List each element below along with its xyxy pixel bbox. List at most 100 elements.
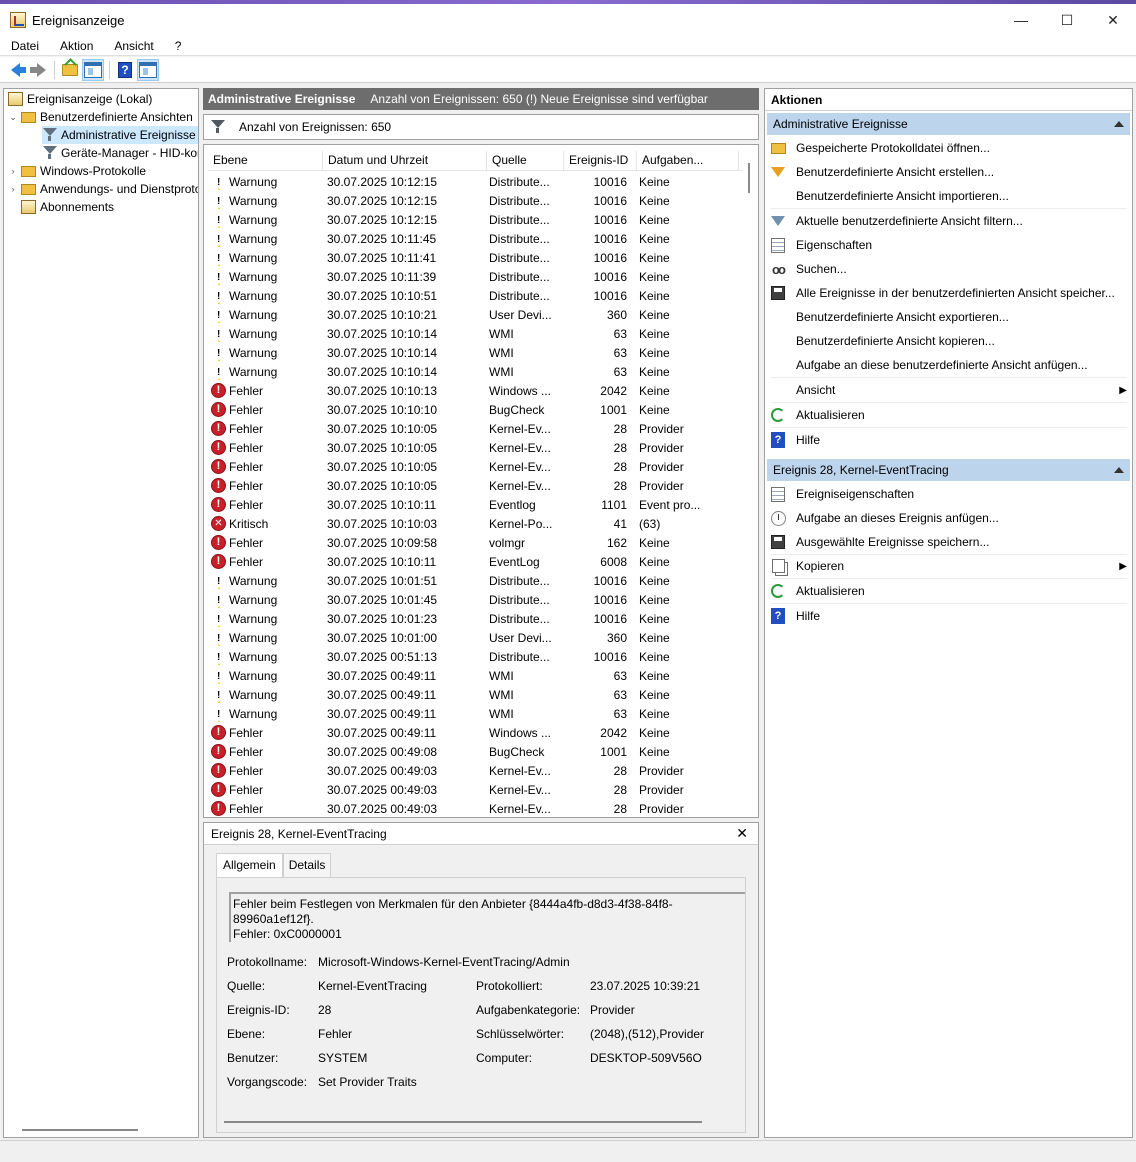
- action-attach-task-to-event[interactable]: Aufgabe an dieses Ereignis anfügen...: [769, 507, 1129, 529]
- properties-icon: [769, 486, 787, 502]
- table-row[interactable]: Warnung 30.07.2025 10:11:41 Distribute... 1…: [208, 248, 743, 267]
- cell-event-id: 10016: [593, 592, 627, 607]
- table-row[interactable]: Warnung 30.07.2025 10:01:00 User Devi... 36…: [208, 628, 743, 647]
- table-row[interactable]: ! Fehler 30.07.2025 10:10:11 EventLog 6008 Ke…: [208, 552, 743, 571]
- tab-details[interactable]: Details: [282, 853, 332, 877]
- action-properties[interactable]: Eigenschaften: [769, 234, 1129, 256]
- table-row[interactable]: ! Fehler 30.07.2025 10:10:05 Kernel-Ev... 28…: [208, 476, 743, 495]
- table-row[interactable]: Warnung 30.07.2025 10:01:45 Distribute... 1…: [208, 590, 743, 609]
- maximize-button[interactable]: ☐: [1044, 4, 1090, 36]
- table-row[interactable]: ! Fehler 30.07.2025 00:49:03 Kernel-Ev... 28…: [208, 761, 743, 780]
- tree-item-device-manager[interactable]: Geräte-Manager - HID-kompatible Maus: [42, 144, 198, 162]
- chevron-right-icon[interactable]: ›: [8, 184, 18, 194]
- table-row[interactable]: ✕ Kritisch 30.07.2025 10:10:03 Kernel-Po...…: [208, 514, 743, 533]
- table-row[interactable]: ! Fehler 30.07.2025 00:49:11 Windows ... 204…: [208, 723, 743, 742]
- column-ereignis-id[interactable]: Ereignis-ID: [564, 151, 637, 171]
- table-row[interactable]: Warnung 30.07.2025 10:12:15 Distribute... 1…: [208, 172, 743, 191]
- cell-date: 30.07.2025 10:10:14: [327, 326, 438, 341]
- forward-button[interactable]: [27, 59, 49, 81]
- table-row[interactable]: Warnung 30.07.2025 00:49:11 WMI 63 Keine: [208, 704, 743, 723]
- up-folder-button[interactable]: [59, 59, 81, 81]
- action-refresh[interactable]: Aktualisieren: [769, 580, 1129, 602]
- table-row[interactable]: Warnung 30.07.2025 00:51:13 Distribute... 1…: [208, 647, 743, 666]
- tree-item-app-logs[interactable]: › Anwendungs- und Dienstprotokolle: [8, 180, 199, 198]
- minimize-button[interactable]: —: [998, 4, 1044, 36]
- column-aufgaben[interactable]: Aufgaben...: [637, 151, 739, 171]
- collapse-arrow-icon[interactable]: [1114, 121, 1124, 127]
- table-row[interactable]: ! Fehler 30.07.2025 00:49:03 Kernel-Ev... 28…: [208, 799, 743, 817]
- column-datum[interactable]: Datum und Uhrzeit: [323, 151, 487, 171]
- tree-item-admin-events[interactable]: Administrative Ereignisse: [42, 126, 198, 144]
- vertical-scrollbar[interactable]: [748, 163, 750, 193]
- collapse-arrow-icon[interactable]: [1114, 467, 1124, 473]
- table-row[interactable]: Warnung 30.07.2025 10:10:21 User Devi... 36…: [208, 305, 743, 324]
- cell-date: 30.07.2025 10:10:13: [327, 383, 438, 398]
- tab-allgemein[interactable]: Allgemein: [216, 853, 283, 878]
- show-hide-console-tree-button[interactable]: [82, 58, 104, 81]
- show-hide-action-pane-button[interactable]: [137, 58, 159, 81]
- actions-section-admin-events[interactable]: Administrative Ereignisse: [767, 113, 1130, 135]
- keywords-value: (2048),(512),Provider: [590, 1027, 705, 1041]
- action-view-menu[interactable]: Ansicht ▶: [769, 379, 1129, 401]
- action-save-all-events[interactable]: Alle Ereignisse in der benutzerdefiniert…: [769, 282, 1129, 304]
- section-title: Administrative Ereignisse: [773, 117, 908, 131]
- action-copy[interactable]: Kopieren ▶: [769, 555, 1129, 577]
- menu-aktion[interactable]: Aktion: [49, 39, 103, 53]
- cell-level: ! Fehler: [208, 743, 323, 760]
- tree-item-subscriptions[interactable]: Abonnements: [21, 198, 114, 216]
- action-help[interactable]: ? Hilfe: [769, 429, 1129, 451]
- table-row[interactable]: ! Fehler 30.07.2025 00:49:08 BugCheck 1001 Ke…: [208, 742, 743, 761]
- table-row[interactable]: Warnung 30.07.2025 10:10:51 Distribute... 1…: [208, 286, 743, 305]
- tree-item-windows-logs[interactable]: › Windows-Protokolle: [8, 162, 147, 180]
- table-row[interactable]: ! Fehler 30.07.2025 10:10:05 Kernel-Ev... 28…: [208, 457, 743, 476]
- column-ebene[interactable]: Ebene: [208, 151, 323, 171]
- action-copy-custom-view[interactable]: Benutzerdefinierte Ansicht kopieren...: [769, 330, 1129, 352]
- table-row[interactable]: Warnung 30.07.2025 10:10:14 WMI 63 Keine: [208, 362, 743, 381]
- table-row[interactable]: Warnung 30.07.2025 00:49:11 WMI 63 Keine: [208, 666, 743, 685]
- chevron-right-icon[interactable]: ›: [8, 166, 18, 176]
- action-export-custom-view[interactable]: Benutzerdefinierte Ansicht exportieren..…: [769, 306, 1129, 328]
- table-row[interactable]: Warnung 30.07.2025 10:11:45 Distribute... 1…: [208, 229, 743, 248]
- action-import-custom-view[interactable]: Benutzerdefinierte Ansicht importieren..…: [769, 185, 1129, 207]
- chevron-down-icon[interactable]: ⌄: [8, 112, 18, 123]
- column-quelle[interactable]: Quelle: [487, 151, 564, 171]
- close-detail-icon[interactable]: ✕: [736, 825, 748, 842]
- event-message[interactable]: Fehler beim Festlegen von Merkmalen für …: [229, 892, 745, 942]
- action-event-properties[interactable]: Ereigniseigenschaften: [769, 483, 1129, 505]
- back-button[interactable]: [4, 59, 26, 81]
- action-refresh[interactable]: Aktualisieren: [769, 404, 1129, 426]
- table-row[interactable]: Warnung 30.07.2025 10:12:15 Distribute... 1…: [208, 191, 743, 210]
- action-filter-current-view[interactable]: Aktuelle benutzerdefinierte Ansicht filt…: [769, 210, 1129, 232]
- action-create-custom-view[interactable]: Benutzerdefinierte Ansicht erstellen...: [769, 161, 1129, 183]
- table-row[interactable]: ! Fehler 30.07.2025 10:10:11 Eventlog 1101 Ev…: [208, 495, 743, 514]
- action-attach-task-to-view[interactable]: Aufgabe an diese benutzerdefinierte Ansi…: [769, 354, 1129, 376]
- table-row[interactable]: ! Fehler 30.07.2025 10:10:10 BugCheck 1001 Ke…: [208, 400, 743, 419]
- menu-help[interactable]: ?: [164, 39, 192, 53]
- table-row[interactable]: ! Fehler 30.07.2025 10:10:13 Windows ... 204…: [208, 381, 743, 400]
- horizontal-scrollbar[interactable]: [224, 1121, 702, 1123]
- tree-item-root[interactable]: Ereignisanzeige (Lokal): [8, 90, 152, 108]
- action-help[interactable]: ? Hilfe: [769, 605, 1129, 627]
- cell-task: Keine: [639, 250, 670, 265]
- action-open-saved-log[interactable]: Gespeicherte Protokolldatei öffnen...: [769, 137, 1129, 159]
- table-row[interactable]: Warnung 30.07.2025 10:01:51 Distribute... 1…: [208, 571, 743, 590]
- table-row[interactable]: ! Fehler 30.07.2025 00:49:03 Kernel-Ev... 28…: [208, 780, 743, 799]
- table-row[interactable]: ! Fehler 30.07.2025 10:10:05 Kernel-Ev... 28…: [208, 419, 743, 438]
- menu-ansicht[interactable]: Ansicht: [103, 39, 163, 53]
- table-row[interactable]: ! Fehler 30.07.2025 10:09:58 volmgr 162 Keine: [208, 533, 743, 552]
- tree-item-custom-views[interactable]: ⌄ Benutzerdefinierte Ansichten: [8, 108, 193, 126]
- table-row[interactable]: Warnung 30.07.2025 10:11:39 Distribute... 1…: [208, 267, 743, 286]
- help-button[interactable]: ?: [114, 59, 136, 81]
- action-find[interactable]: oo Suchen...: [769, 258, 1129, 280]
- table-row[interactable]: Warnung 30.07.2025 00:49:11 WMI 63 Keine: [208, 685, 743, 704]
- menu-datei[interactable]: Datei: [0, 39, 49, 53]
- horizontal-scrollbar[interactable]: [22, 1129, 138, 1131]
- table-row[interactable]: Warnung 30.07.2025 10:01:23 Distribute... 1…: [208, 609, 743, 628]
- action-save-selected-events[interactable]: Ausgewählte Ereignisse speichern...: [769, 531, 1129, 553]
- table-row[interactable]: Warnung 30.07.2025 10:10:14 WMI 63 Keine: [208, 343, 743, 362]
- actions-section-event[interactable]: Ereignis 28, Kernel-EventTracing: [767, 459, 1130, 481]
- table-row[interactable]: Warnung 30.07.2025 10:10:14 WMI 63 Keine: [208, 324, 743, 343]
- table-row[interactable]: ! Fehler 30.07.2025 10:10:05 Kernel-Ev... 28…: [208, 438, 743, 457]
- table-row[interactable]: Warnung 30.07.2025 10:12:15 Distribute... 1…: [208, 210, 743, 229]
- close-button[interactable]: ✕: [1090, 4, 1136, 36]
